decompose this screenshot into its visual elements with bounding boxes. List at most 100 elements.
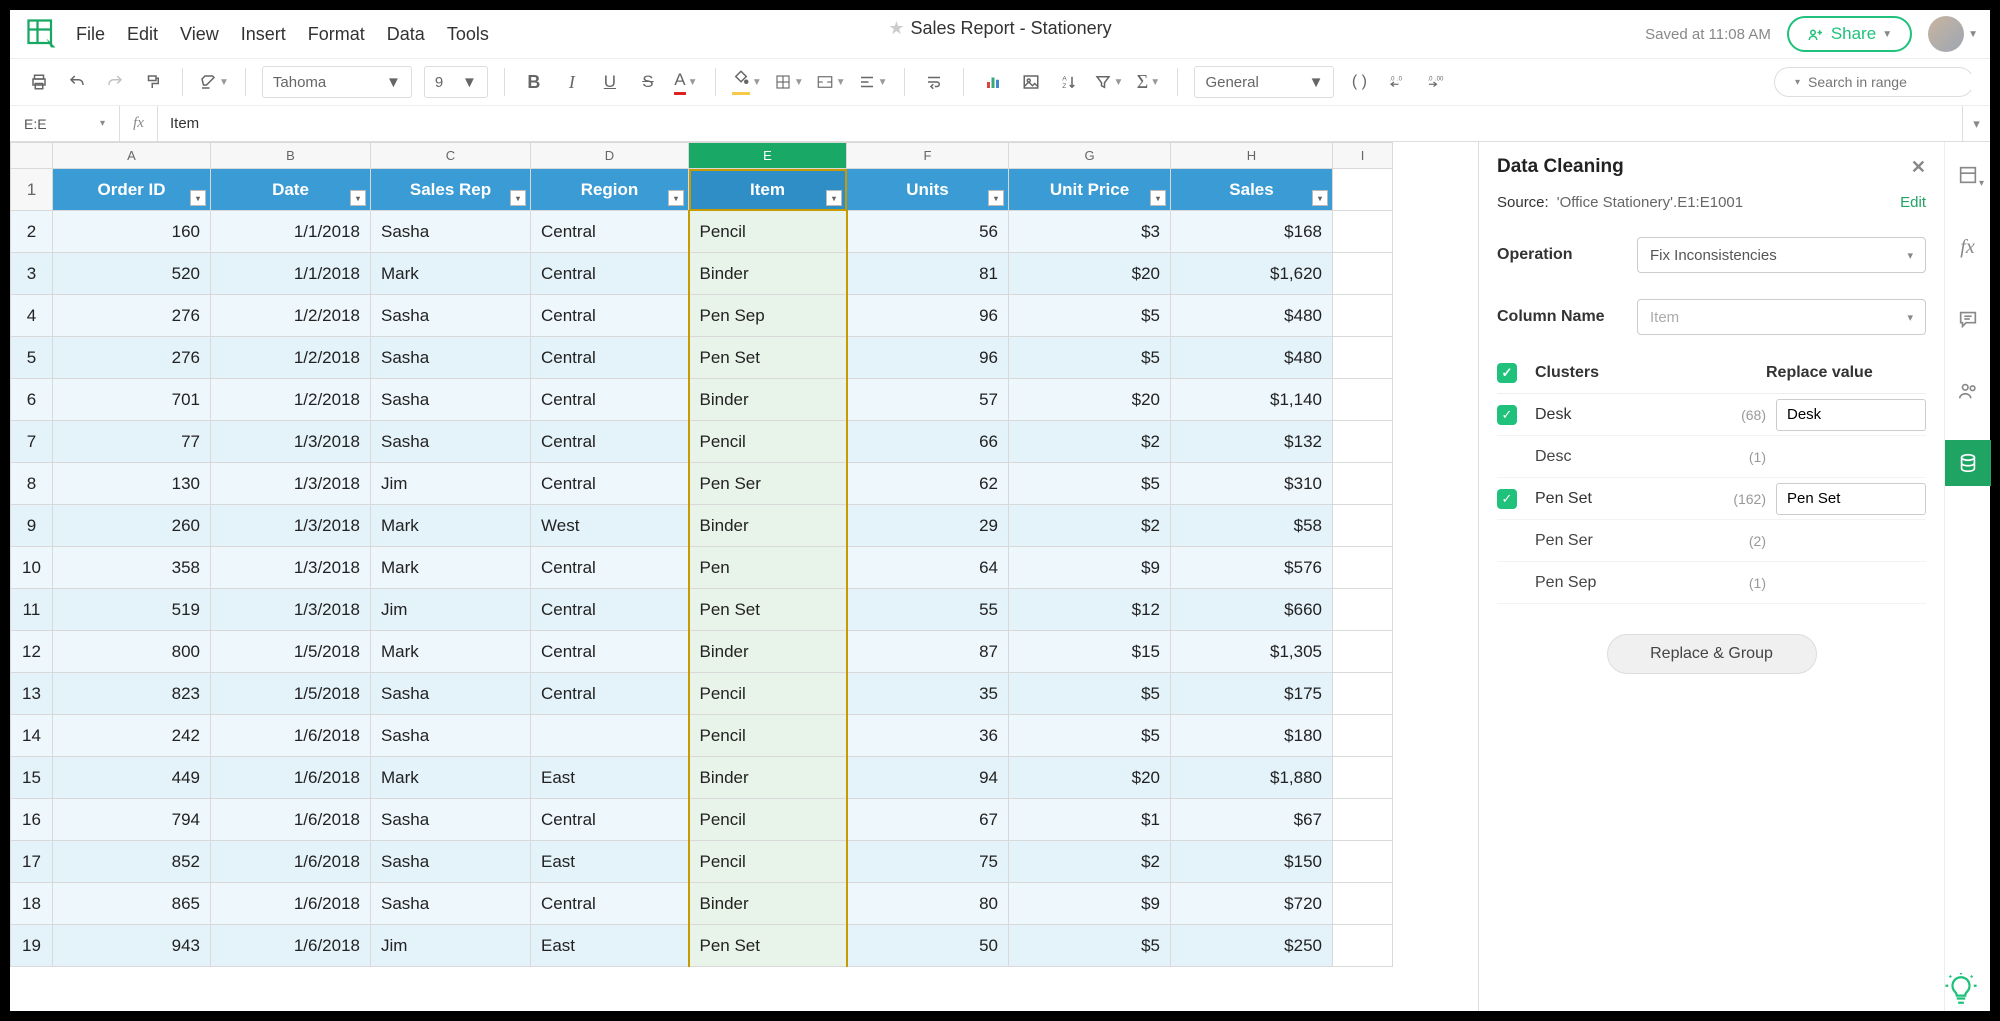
cell[interactable]: $480 <box>1171 295 1333 337</box>
cell[interactable]: $2 <box>1009 505 1171 547</box>
cell[interactable]: 1/6/2018 <box>211 925 371 967</box>
cell[interactable]: Pencil <box>689 421 847 463</box>
row-header[interactable]: 11 <box>11 589 53 631</box>
cell[interactable]: Central <box>531 463 689 505</box>
table-row[interactable]: 154491/6/2018MarkEastBinder94$20$1,880 <box>11 757 1393 799</box>
menu-data[interactable]: Data <box>387 24 425 45</box>
table-row[interactable]: 199431/6/2018JimEastPen Set50$5$250 <box>11 925 1393 967</box>
font-family-select[interactable]: Tahoma▼ <box>262 66 412 98</box>
search-in-range[interactable]: ▾ <box>1774 67 1974 97</box>
cell[interactable]: 1/3/2018 <box>211 547 371 589</box>
cell[interactable]: 852 <box>53 841 211 883</box>
strikethrough-button[interactable]: S <box>635 67 661 97</box>
table-row[interactable]: 138231/5/2018SashaCentralPencil35$5$175 <box>11 673 1393 715</box>
cell[interactable]: 66 <box>847 421 1009 463</box>
cell[interactable]: Mark <box>371 505 531 547</box>
cell[interactable]: $20 <box>1009 757 1171 799</box>
row-header[interactable]: 6 <box>11 379 53 421</box>
help-bulb-icon[interactable] <box>1944 973 1978 1007</box>
row-header[interactable]: 3 <box>11 253 53 295</box>
table-row[interactable]: 7771/3/2018SashaCentralPencil66$2$132 <box>11 421 1393 463</box>
cell[interactable]: Pen Sep <box>689 295 847 337</box>
app-logo-icon[interactable] <box>22 14 62 54</box>
cell[interactable]: 701 <box>53 379 211 421</box>
cell[interactable]: 865 <box>53 883 211 925</box>
cell[interactable]: Sasha <box>371 295 531 337</box>
borders-button[interactable]: ▼ <box>774 67 804 97</box>
fill-color-button[interactable]: ▼ <box>732 67 762 97</box>
cell[interactable]: $20 <box>1009 253 1171 295</box>
cell[interactable]: Sasha <box>371 211 531 253</box>
cell[interactable]: Jim <box>371 925 531 967</box>
row-header[interactable]: 17 <box>11 841 53 883</box>
cell[interactable]: $1,140 <box>1171 379 1333 421</box>
cluster-checkbox[interactable]: ✓ <box>1497 405 1517 425</box>
table-row[interactable]: 188651/6/2018SashaCentralBinder80$9$720 <box>11 883 1393 925</box>
cell[interactable]: $1,305 <box>1171 631 1333 673</box>
cell[interactable]: 35 <box>847 673 1009 715</box>
number-format-select[interactable]: General▼ <box>1194 66 1334 98</box>
fx-icon[interactable]: fx <box>120 106 158 141</box>
cell[interactable]: Pen Set <box>689 337 847 379</box>
cell[interactable]: Binder <box>689 757 847 799</box>
share-button[interactable]: Share ▼ <box>1787 16 1912 52</box>
align-button[interactable]: ▼ <box>858 67 888 97</box>
table-row[interactable]: 81301/3/2018JimCentralPen Ser62$5$310 <box>11 463 1393 505</box>
cell[interactable]: 1/6/2018 <box>211 799 371 841</box>
undo-icon[interactable] <box>64 67 90 97</box>
cell[interactable]: 260 <box>53 505 211 547</box>
cell[interactable]: Pen <box>689 547 847 589</box>
cell[interactable]: Pen Set <box>689 925 847 967</box>
cell[interactable]: 1/2/2018 <box>211 379 371 421</box>
cell[interactable]: 276 <box>53 295 211 337</box>
bold-button[interactable]: B <box>521 67 547 97</box>
cell[interactable]: Central <box>531 631 689 673</box>
cell[interactable]: $1 <box>1009 799 1171 841</box>
cell[interactable]: $660 <box>1171 589 1333 631</box>
cell[interactable]: Pen Ser <box>689 463 847 505</box>
rail-comment-icon[interactable] <box>1945 296 1991 342</box>
cell[interactable]: 67 <box>847 799 1009 841</box>
cell[interactable]: 75 <box>847 841 1009 883</box>
rail-data-cleaning-icon[interactable] <box>1945 440 1991 486</box>
cell[interactable]: $1,620 <box>1171 253 1333 295</box>
cell[interactable]: 800 <box>53 631 211 673</box>
rail-collab-icon[interactable] <box>1945 368 1991 414</box>
cell[interactable]: 1/6/2018 <box>211 883 371 925</box>
table-row[interactable]: 142421/6/2018SashaPencil36$5$180 <box>11 715 1393 757</box>
cell[interactable]: Pencil <box>689 841 847 883</box>
cell[interactable]: $576 <box>1171 547 1333 589</box>
filter-icon[interactable]: ▾ <box>826 190 842 206</box>
table-row[interactable]: 167941/6/2018SashaCentralPencil67$1$67 <box>11 799 1393 841</box>
menu-insert[interactable]: Insert <box>241 24 286 45</box>
cell[interactable]: $5 <box>1009 673 1171 715</box>
cell[interactable]: 130 <box>53 463 211 505</box>
cell[interactable]: Sasha <box>371 379 531 421</box>
cell[interactable]: 57 <box>847 379 1009 421</box>
cell[interactable]: 1/6/2018 <box>211 757 371 799</box>
cell[interactable]: $1,880 <box>1171 757 1333 799</box>
cell[interactable]: $2 <box>1009 421 1171 463</box>
sort-icon[interactable]: AZ <box>1056 67 1082 97</box>
filter-icon[interactable]: ▾ <box>1312 190 1328 206</box>
spreadsheet-grid[interactable]: ABCDEFGHI1Order ID▾Date▾Sales Rep▾Region… <box>10 142 1393 967</box>
table-row[interactable]: 42761/2/2018SashaCentralPen Sep96$5$480 <box>11 295 1393 337</box>
cell[interactable] <box>531 715 689 757</box>
column-header-order-id[interactable]: Order ID▾ <box>53 169 211 211</box>
edit-source-link[interactable]: Edit <box>1900 194 1926 211</box>
cell[interactable]: $132 <box>1171 421 1333 463</box>
cell[interactable]: 1/2/2018 <box>211 295 371 337</box>
filter-icon[interactable]: ▾ <box>1150 190 1166 206</box>
cell[interactable]: East <box>531 757 689 799</box>
cell[interactable]: $2 <box>1009 841 1171 883</box>
cell[interactable]: $5 <box>1009 463 1171 505</box>
row-header[interactable]: 12 <box>11 631 53 673</box>
row-header[interactable]: 5 <box>11 337 53 379</box>
cell[interactable]: Mark <box>371 757 531 799</box>
cell[interactable]: Sasha <box>371 421 531 463</box>
cell[interactable]: 520 <box>53 253 211 295</box>
cell[interactable]: Sasha <box>371 883 531 925</box>
col-header-H[interactable]: H <box>1171 143 1333 169</box>
cell[interactable]: $3 <box>1009 211 1171 253</box>
cell[interactable]: Binder <box>689 253 847 295</box>
